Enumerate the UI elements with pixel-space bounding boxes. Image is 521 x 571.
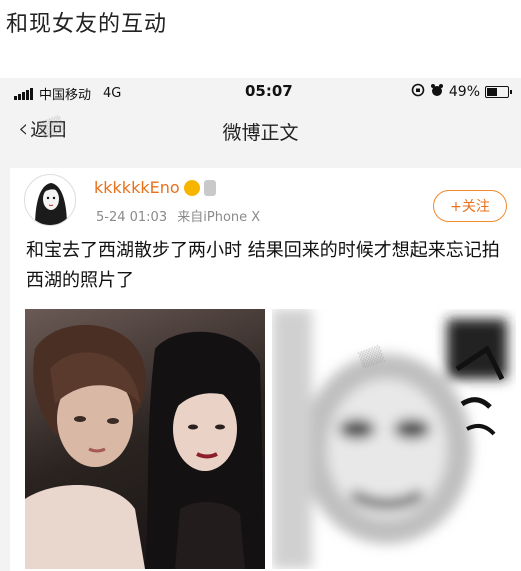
member-badge-icon xyxy=(203,179,216,196)
battery-icon xyxy=(485,86,512,98)
carrier-label: 中国移动 xyxy=(39,88,92,103)
status-left: 中国移动 4G xyxy=(14,84,121,103)
page-caption: 和现女友的互动 xyxy=(6,12,168,37)
post-card: kkkkkkEno 5-24 01:03 来自iPhone X +关注 和宝去了… xyxy=(10,168,521,571)
status-time: 05:07 xyxy=(245,82,293,100)
alarm-icon xyxy=(430,83,444,101)
page-title: 微博正文 xyxy=(222,122,299,144)
post-image-1[interactable] xyxy=(25,309,265,569)
username[interactable]: kkkkkkEno xyxy=(94,178,180,197)
post-meta: 5-24 01:03 来自iPhone X xyxy=(96,206,260,225)
post-text: 和宝去了西湖散步了两小时 结果回来的时候才想起来忘记拍西湖的照片了 xyxy=(26,240,500,291)
follow-button[interactable]: +关注 xyxy=(433,190,507,222)
avatar[interactable] xyxy=(24,174,76,226)
post-image-2[interactable] xyxy=(272,309,516,569)
nav-bar: ‹ 返回 微博正文 xyxy=(0,106,521,152)
status-right: 49% xyxy=(411,83,512,101)
post-source: 来自iPhone X xyxy=(177,210,261,225)
network-label: 4G xyxy=(103,86,122,101)
battery-percent: 49% xyxy=(448,84,480,100)
rotation-lock-icon xyxy=(411,83,425,101)
vip-badge-icon xyxy=(183,179,200,196)
post-timestamp: 5-24 01:03 xyxy=(96,210,168,225)
signal-icon xyxy=(14,87,33,100)
battery-fill xyxy=(487,88,497,96)
phone-screenshot: 中国移动 4G 05:07 49% ‹ 返回 微博正文 kkkkkkEno 5-… xyxy=(0,78,521,571)
status-bar: 中国移动 4G 05:07 49% xyxy=(0,78,521,106)
username-row[interactable]: kkkkkkEno xyxy=(94,178,216,197)
